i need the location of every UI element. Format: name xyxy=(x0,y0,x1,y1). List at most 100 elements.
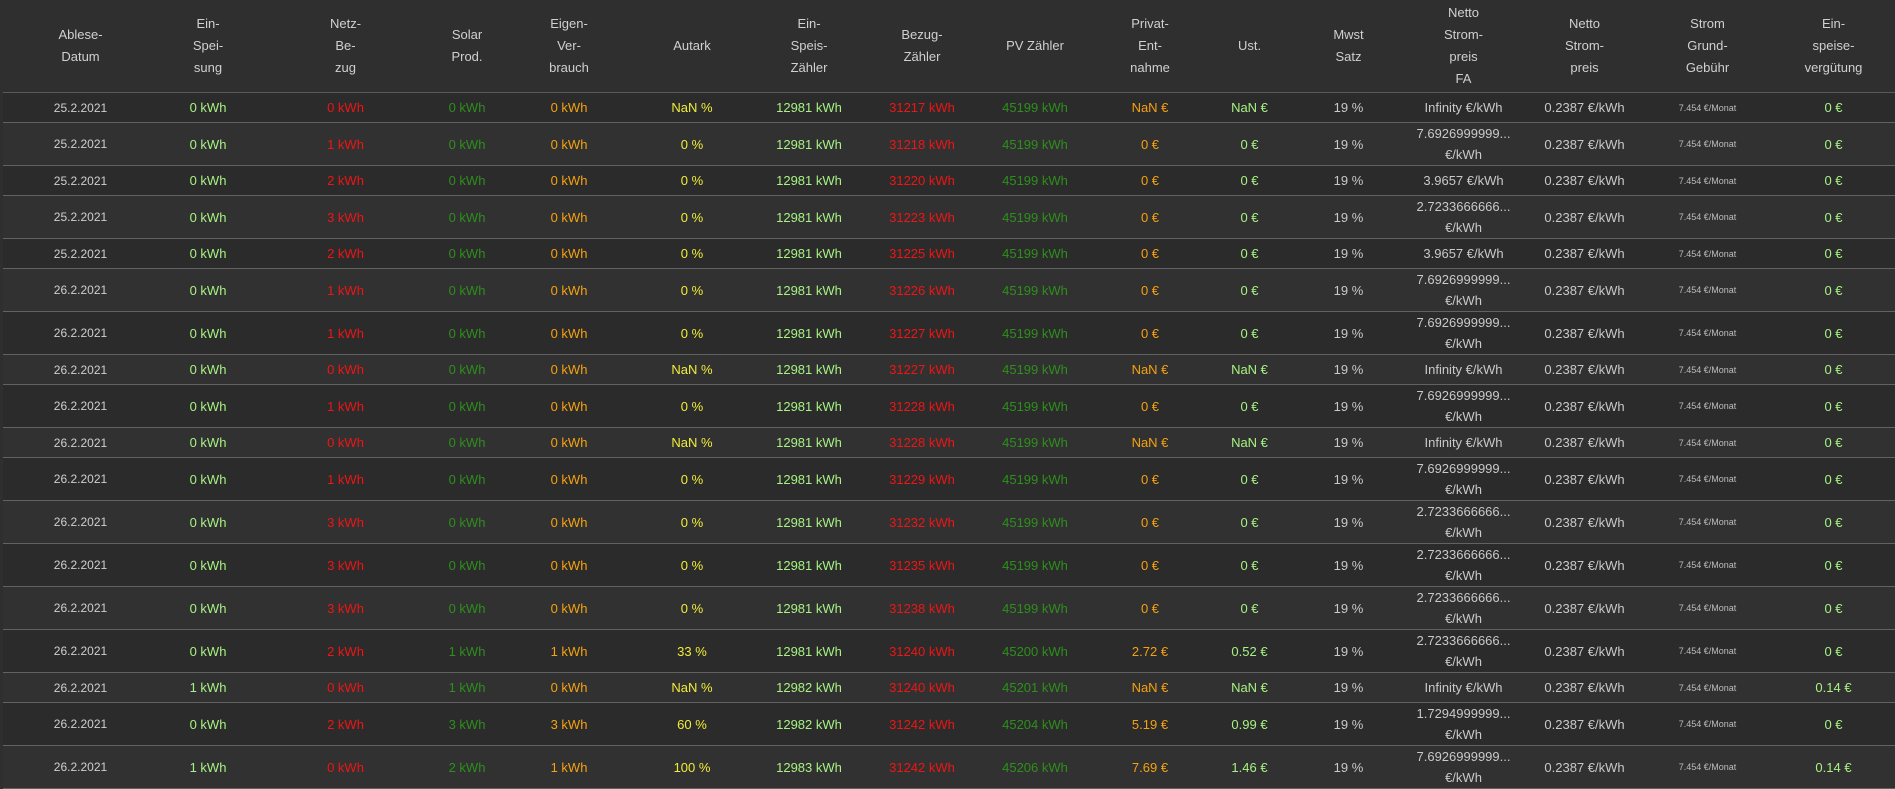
table-row[interactable]: 25.2.2021 0 kWh 2 kWh 0 kWh 0 kWh 0 % 12981 kW… xyxy=(3,165,1895,196)
cell-einspeisung: 0 kWh xyxy=(158,238,258,269)
cell-netto: 0.2387 €/kWh xyxy=(1526,500,1643,544)
cell-pvzaehler: 45199 kWh xyxy=(973,268,1097,312)
table-row[interactable]: 26.2.2021 0 kWh 0 kWh 0 kWh 0 kWh NaN % 12981 … xyxy=(3,427,1895,458)
cell-autark: 33 % xyxy=(637,629,747,673)
cell-datum: 26.2.2021 xyxy=(3,745,158,789)
cell-privat: 0 € xyxy=(1097,195,1203,239)
cell-verguetung: 0 € xyxy=(1772,543,1895,587)
cell-eigen: 0 kWh xyxy=(501,238,637,269)
cell-autark: 0 % xyxy=(637,384,747,428)
table-row[interactable]: 25.2.2021 0 kWh 2 kWh 0 kWh 0 kWh 0 % 12981 kW… xyxy=(3,238,1895,269)
table-row[interactable]: 26.2.2021 0 kWh 2 kWh 1 kWh 1 kWh 33 % 12981 k… xyxy=(3,629,1895,673)
column-header-mwst[interactable]: Mwst Satz xyxy=(1296,0,1401,93)
cell-autark: NaN % xyxy=(637,672,747,703)
column-header-autark[interactable]: Autark xyxy=(637,0,747,93)
cell-datum: 26.2.2021 xyxy=(3,457,158,501)
cell-nettofa: 7.6926999999... €/kWh xyxy=(1401,122,1526,166)
cell-netzbezug: 1 kWh xyxy=(258,384,433,428)
cell-solar: 0 kWh xyxy=(433,543,501,587)
cell-solar: 0 kWh xyxy=(433,586,501,630)
cell-bezugzaehler: 31235 kWh xyxy=(871,543,973,587)
cell-nettofa: 3.9657 €/kWh xyxy=(1401,238,1526,269)
cell-bezugzaehler: 31218 kWh xyxy=(871,122,973,166)
cell-einspeiszaehler: 12981 kWh xyxy=(747,122,871,166)
cell-nettofa: 2.7233666666... €/kWh xyxy=(1401,195,1526,239)
table-header: Ablese- Datum Ein- Spei- sung Netz- Be- zu… xyxy=(3,0,1895,93)
table-row[interactable]: 26.2.2021 1 kWh 0 kWh 1 kWh 0 kWh NaN % 12982 … xyxy=(3,672,1895,703)
table-row[interactable]: 26.2.2021 0 kWh 1 kWh 0 kWh 0 kWh 0 % 12981 kW… xyxy=(3,457,1895,501)
cell-grund: 7.454 €/Monat xyxy=(1643,268,1772,312)
cell-grund: 7.454 €/Monat xyxy=(1643,745,1772,789)
table-row[interactable]: 26.2.2021 0 kWh 3 kWh 0 kWh 0 kWh 0 % 12981 kW… xyxy=(3,500,1895,544)
column-header-pvzaehler[interactable]: PV Zähler xyxy=(973,0,1097,93)
cell-einspeiszaehler: 12983 kWh xyxy=(747,745,871,789)
cell-autark: 0 % xyxy=(637,122,747,166)
cell-grund: 7.454 €/Monat xyxy=(1643,238,1772,269)
cell-solar: 0 kWh xyxy=(433,195,501,239)
cell-datum: 26.2.2021 xyxy=(3,268,158,312)
cell-nettofa: Infinity €/kWh xyxy=(1401,92,1526,123)
table-row[interactable]: 25.2.2021 0 kWh 1 kWh 0 kWh 0 kWh 0 % 12981 kW… xyxy=(3,122,1895,166)
cell-einspeisung: 1 kWh xyxy=(158,672,258,703)
cell-ust: 0 € xyxy=(1203,268,1296,312)
cell-netto: 0.2387 €/kWh xyxy=(1526,122,1643,166)
cell-verguetung: 0 € xyxy=(1772,384,1895,428)
table-row[interactable]: 26.2.2021 1 kWh 0 kWh 2 kWh 1 kWh 100 % 12983 … xyxy=(3,745,1895,789)
cell-grund: 7.454 €/Monat xyxy=(1643,165,1772,196)
cell-nettofa: 7.6926999999... €/kWh xyxy=(1401,745,1526,789)
cell-pvzaehler: 45199 kWh xyxy=(973,457,1097,501)
cell-bezugzaehler: 31228 kWh xyxy=(871,427,973,458)
column-header-netto[interactable]: Netto Strom- preis xyxy=(1526,0,1643,93)
cell-pvzaehler: 45204 kWh xyxy=(973,702,1097,746)
column-header-datum[interactable]: Ablese- Datum xyxy=(3,0,158,93)
table-row[interactable]: 26.2.2021 0 kWh 1 kWh 0 kWh 0 kWh 0 % 12981 kW… xyxy=(3,268,1895,312)
column-header-grund[interactable]: Strom Grund- Gebühr xyxy=(1643,0,1772,93)
cell-ust: 0 € xyxy=(1203,238,1296,269)
cell-einspeiszaehler: 12981 kWh xyxy=(747,92,871,123)
cell-ust: 0 € xyxy=(1203,586,1296,630)
cell-einspeiszaehler: 12981 kWh xyxy=(747,457,871,501)
cell-ust: 0 € xyxy=(1203,500,1296,544)
cell-privat: 0 € xyxy=(1097,500,1203,544)
table-row[interactable]: 26.2.2021 0 kWh 1 kWh 0 kWh 0 kWh 0 % 12981 kW… xyxy=(3,311,1895,355)
table-row[interactable]: 26.2.2021 0 kWh 3 kWh 0 kWh 0 kWh 0 % 12981 kW… xyxy=(3,586,1895,630)
column-header-solar[interactable]: Solar Prod. xyxy=(433,0,501,93)
cell-privat: 0 € xyxy=(1097,586,1203,630)
column-header-eigen[interactable]: Eigen- Ver- brauch xyxy=(501,0,637,93)
column-header-privat[interactable]: Privat- Ent- nahme xyxy=(1097,0,1203,93)
cell-verguetung: 0 € xyxy=(1772,195,1895,239)
cell-ust: 0 € xyxy=(1203,311,1296,355)
cell-netto: 0.2387 €/kWh xyxy=(1526,384,1643,428)
cell-datum: 26.2.2021 xyxy=(3,543,158,587)
cell-netto: 0.2387 €/kWh xyxy=(1526,354,1643,385)
cell-eigen: 0 kWh xyxy=(501,500,637,544)
cell-autark: NaN % xyxy=(637,354,747,385)
cell-pvzaehler: 45199 kWh xyxy=(973,543,1097,587)
cell-autark: 0 % xyxy=(637,165,747,196)
column-header-nettofa[interactable]: Netto Strom- preis FA xyxy=(1401,0,1526,93)
cell-netto: 0.2387 €/kWh xyxy=(1526,268,1643,312)
column-header-einspeiszaehler[interactable]: Ein- Speis- Zähler xyxy=(747,0,871,93)
cell-autark: 60 % xyxy=(637,702,747,746)
table-row[interactable]: 26.2.2021 0 kWh 3 kWh 0 kWh 0 kWh 0 % 12981 kW… xyxy=(3,543,1895,587)
table-row[interactable]: 26.2.2021 0 kWh 1 kWh 0 kWh 0 kWh 0 % 12981 kW… xyxy=(3,384,1895,428)
cell-ust: 0 € xyxy=(1203,457,1296,501)
cell-grund: 7.454 €/Monat xyxy=(1643,702,1772,746)
table-row[interactable]: 26.2.2021 0 kWh 2 kWh 3 kWh 3 kWh 60 % 12982 k… xyxy=(3,702,1895,746)
table-row[interactable]: 26.2.2021 0 kWh 0 kWh 0 kWh 0 kWh NaN % 12981 … xyxy=(3,354,1895,385)
cell-einspeisung: 0 kWh xyxy=(158,427,258,458)
column-header-verguetung[interactable]: Ein- speise- vergütung xyxy=(1772,0,1895,93)
cell-einspeiszaehler: 12981 kWh xyxy=(747,354,871,385)
cell-netto: 0.2387 €/kWh xyxy=(1526,427,1643,458)
cell-grund: 7.454 €/Monat xyxy=(1643,543,1772,587)
cell-solar: 0 kWh xyxy=(433,238,501,269)
table-row[interactable]: 25.2.2021 0 kWh 0 kWh 0 kWh 0 kWh NaN % 12981 … xyxy=(3,92,1895,123)
column-header-ust[interactable]: Ust. xyxy=(1203,0,1296,93)
column-header-netzbezug[interactable]: Netz- Be- zug xyxy=(258,0,433,93)
cell-privat: 0 € xyxy=(1097,384,1203,428)
table-row[interactable]: 25.2.2021 0 kWh 3 kWh 0 kWh 0 kWh 0 % 12981 kW… xyxy=(3,195,1895,239)
column-header-einspeisung[interactable]: Ein- Spei- sung xyxy=(158,0,258,93)
cell-netzbezug: 1 kWh xyxy=(258,268,433,312)
column-header-bezugzaehler[interactable]: Bezug- Zähler xyxy=(871,0,973,93)
cell-pvzaehler: 45206 kWh xyxy=(973,745,1097,789)
